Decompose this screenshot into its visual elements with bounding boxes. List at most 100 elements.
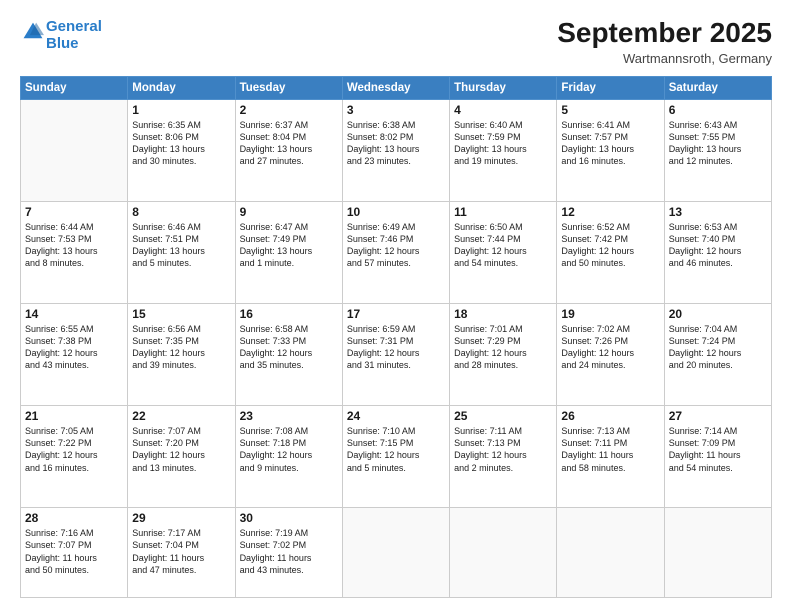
day-number: 29: [132, 511, 230, 525]
cell-content: Sunrise: 6:55 AM Sunset: 7:38 PM Dayligh…: [25, 323, 123, 372]
cell-content: Sunrise: 6:52 AM Sunset: 7:42 PM Dayligh…: [561, 221, 659, 270]
cell-content: Sunrise: 6:56 AM Sunset: 7:35 PM Dayligh…: [132, 323, 230, 372]
logo-text: General Blue: [46, 18, 102, 53]
calendar-table: Sunday Monday Tuesday Wednesday Thursday…: [20, 76, 772, 598]
header-tuesday: Tuesday: [235, 76, 342, 99]
cell-content: Sunrise: 6:40 AM Sunset: 7:59 PM Dayligh…: [454, 119, 552, 168]
day-number: 15: [132, 307, 230, 321]
calendar-cell: 5 Sunrise: 6:41 AM Sunset: 7:57 PM Daylig…: [557, 99, 664, 201]
week-row-5: 28 Sunrise: 7:16 AM Sunset: 7:07 PM Dayli…: [21, 508, 772, 598]
calendar-cell: 4 Sunrise: 6:40 AM Sunset: 7:59 PM Daylig…: [450, 99, 557, 201]
day-number: 8: [132, 205, 230, 219]
calendar-cell: [342, 508, 449, 598]
cell-content: Sunrise: 6:44 AM Sunset: 7:53 PM Dayligh…: [25, 221, 123, 270]
week-row-4: 21 Sunrise: 7:05 AM Sunset: 7:22 PM Dayli…: [21, 406, 772, 508]
calendar-cell: 13 Sunrise: 6:53 AM Sunset: 7:40 PM Dayli…: [664, 201, 771, 303]
cell-content: Sunrise: 7:10 AM Sunset: 7:15 PM Dayligh…: [347, 425, 445, 474]
calendar-cell: 6Sunrise: 6:43 AM Sunset: 7:55 PM Daylig…: [664, 99, 771, 201]
cell-content: Sunrise: 6:47 AM Sunset: 7:49 PM Dayligh…: [240, 221, 338, 270]
day-number: 4: [454, 103, 552, 117]
cell-content: Sunrise: 7:08 AM Sunset: 7:18 PM Dayligh…: [240, 425, 338, 474]
day-number: 7: [25, 205, 123, 219]
days-header-row: Sunday Monday Tuesday Wednesday Thursday…: [21, 76, 772, 99]
cell-content: Sunrise: 7:16 AM Sunset: 7:07 PM Dayligh…: [25, 527, 123, 576]
calendar-cell: 9 Sunrise: 6:47 AM Sunset: 7:49 PM Daylig…: [235, 201, 342, 303]
cell-content: Sunrise: 7:19 AM Sunset: 7:02 PM Dayligh…: [240, 527, 338, 576]
day-number: 22: [132, 409, 230, 423]
day-number: 26: [561, 409, 659, 423]
calendar-cell: 25 Sunrise: 7:11 AM Sunset: 7:13 PM Dayli…: [450, 406, 557, 508]
calendar-cell: [557, 508, 664, 598]
cell-content: Sunrise: 6:37 AM Sunset: 8:04 PM Dayligh…: [240, 119, 338, 168]
cell-content: Sunrise: 6:35 AM Sunset: 8:06 PM Dayligh…: [132, 119, 230, 168]
cell-content: Sunrise: 6:50 AM Sunset: 7:44 PM Dayligh…: [454, 221, 552, 270]
day-number: 23: [240, 409, 338, 423]
calendar-cell: 10Sunrise: 6:49 AM Sunset: 7:46 PM Dayli…: [342, 201, 449, 303]
calendar-cell: 16 Sunrise: 6:58 AM Sunset: 7:33 PM Dayli…: [235, 304, 342, 406]
header: General Blue September 2025 Wartmannsrot…: [20, 18, 772, 66]
calendar-cell: [450, 508, 557, 598]
location: Wartmannsroth, Germany: [557, 51, 772, 66]
cell-content: Sunrise: 7:14 AM Sunset: 7:09 PM Dayligh…: [669, 425, 767, 474]
calendar-cell: 23 Sunrise: 7:08 AM Sunset: 7:18 PM Dayli…: [235, 406, 342, 508]
calendar-cell: 27 Sunrise: 7:14 AM Sunset: 7:09 PM Dayli…: [664, 406, 771, 508]
day-number: 3: [347, 103, 445, 117]
day-number: 9: [240, 205, 338, 219]
cell-content: Sunrise: 6:41 AM Sunset: 7:57 PM Dayligh…: [561, 119, 659, 168]
cell-content: Sunrise: 6:58 AM Sunset: 7:33 PM Dayligh…: [240, 323, 338, 372]
day-number: 13: [669, 205, 767, 219]
calendar-cell: 21 Sunrise: 7:05 AM Sunset: 7:22 PM Dayli…: [21, 406, 128, 508]
day-number: 17: [347, 307, 445, 321]
header-sunday: Sunday: [21, 76, 128, 99]
header-friday: Friday: [557, 76, 664, 99]
day-number: 10: [347, 205, 445, 219]
calendar-cell: 12 Sunrise: 6:52 AM Sunset: 7:42 PM Dayli…: [557, 201, 664, 303]
calendar-cell: 22 Sunrise: 7:07 AM Sunset: 7:20 PM Dayli…: [128, 406, 235, 508]
day-number: 28: [25, 511, 123, 525]
day-number: 11: [454, 205, 552, 219]
page: General Blue September 2025 Wartmannsrot…: [0, 0, 792, 612]
logo: General Blue: [20, 18, 102, 53]
day-number: 14: [25, 307, 123, 321]
day-number: 21: [25, 409, 123, 423]
calendar-cell: 3 Sunrise: 6:38 AM Sunset: 8:02 PM Daylig…: [342, 99, 449, 201]
cell-content: Sunrise: 7:04 AM Sunset: 7:24 PM Dayligh…: [669, 323, 767, 372]
calendar-cell: 8Sunrise: 6:46 AM Sunset: 7:51 PM Daylig…: [128, 201, 235, 303]
cell-content: Sunrise: 6:38 AM Sunset: 8:02 PM Dayligh…: [347, 119, 445, 168]
calendar-cell: [21, 99, 128, 201]
calendar-cell: 7 Sunrise: 6:44 AM Sunset: 7:53 PM Daylig…: [21, 201, 128, 303]
cell-content: Sunrise: 7:02 AM Sunset: 7:26 PM Dayligh…: [561, 323, 659, 372]
week-row-1: 1 Sunrise: 6:35 AM Sunset: 8:06 PM Daylig…: [21, 99, 772, 201]
day-number: 12: [561, 205, 659, 219]
day-number: 25: [454, 409, 552, 423]
day-number: 27: [669, 409, 767, 423]
cell-content: Sunrise: 7:07 AM Sunset: 7:20 PM Dayligh…: [132, 425, 230, 474]
header-saturday: Saturday: [664, 76, 771, 99]
calendar-cell: 19Sunrise: 7:02 AM Sunset: 7:26 PM Dayli…: [557, 304, 664, 406]
day-number: 5: [561, 103, 659, 117]
day-number: 18: [454, 307, 552, 321]
calendar-cell: 17 Sunrise: 6:59 AM Sunset: 7:31 PM Dayli…: [342, 304, 449, 406]
calendar-cell: 15 Sunrise: 6:56 AM Sunset: 7:35 PM Dayli…: [128, 304, 235, 406]
calendar-cell: 18 Sunrise: 7:01 AM Sunset: 7:29 PM Dayli…: [450, 304, 557, 406]
cell-content: Sunrise: 6:53 AM Sunset: 7:40 PM Dayligh…: [669, 221, 767, 270]
logo-icon: [22, 21, 44, 43]
cell-content: Sunrise: 7:11 AM Sunset: 7:13 PM Dayligh…: [454, 425, 552, 474]
calendar-cell: 28 Sunrise: 7:16 AM Sunset: 7:07 PM Dayli…: [21, 508, 128, 598]
cell-content: Sunrise: 6:59 AM Sunset: 7:31 PM Dayligh…: [347, 323, 445, 372]
calendar-cell: 26Sunrise: 7:13 AM Sunset: 7:11 PM Dayli…: [557, 406, 664, 508]
week-row-3: 14 Sunrise: 6:55 AM Sunset: 7:38 PM Dayli…: [21, 304, 772, 406]
calendar-cell: 29Sunrise: 7:17 AM Sunset: 7:04 PM Dayli…: [128, 508, 235, 598]
day-number: 1: [132, 103, 230, 117]
header-wednesday: Wednesday: [342, 76, 449, 99]
calendar-cell: 1 Sunrise: 6:35 AM Sunset: 8:06 PM Daylig…: [128, 99, 235, 201]
day-number: 30: [240, 511, 338, 525]
calendar-cell: 24Sunrise: 7:10 AM Sunset: 7:15 PM Dayli…: [342, 406, 449, 508]
header-monday: Monday: [128, 76, 235, 99]
cell-content: Sunrise: 7:01 AM Sunset: 7:29 PM Dayligh…: [454, 323, 552, 372]
day-number: 16: [240, 307, 338, 321]
day-number: 6: [669, 103, 767, 117]
cell-content: Sunrise: 7:05 AM Sunset: 7:22 PM Dayligh…: [25, 425, 123, 474]
calendar-cell: 11 Sunrise: 6:50 AM Sunset: 7:44 PM Dayli…: [450, 201, 557, 303]
month-title: September 2025: [557, 18, 772, 49]
